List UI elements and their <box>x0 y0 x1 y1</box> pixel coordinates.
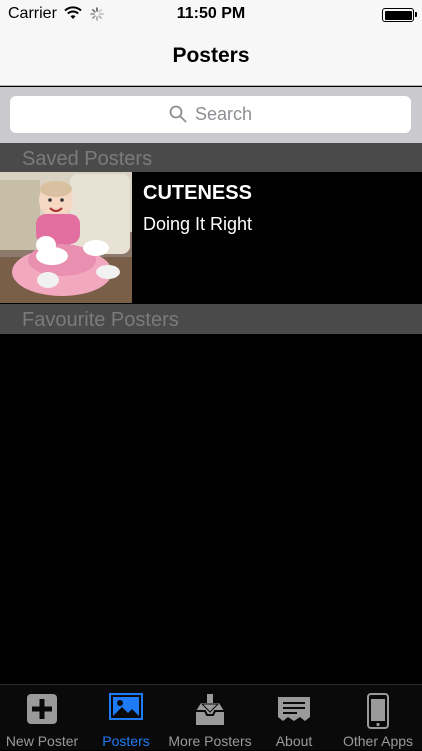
status-bar: Carrier 11:50 PM <box>0 0 422 30</box>
tab-more-posters[interactable]: More Posters <box>168 685 252 751</box>
tab-new-poster[interactable]: New Poster <box>0 685 84 751</box>
search-icon <box>169 105 187 123</box>
image-icon <box>109 693 143 720</box>
plus-square-icon <box>27 694 57 724</box>
poster-title: CUTENESS <box>143 182 252 204</box>
tab-other-apps[interactable]: Other Apps <box>336 685 420 751</box>
download-tray-icon <box>196 694 224 725</box>
phone-icon <box>367 693 389 729</box>
search-placeholder: Search <box>194 104 253 124</box>
section-header-saved: Saved Posters <box>0 143 422 173</box>
poster-subtitle: Doing It Right <box>143 214 253 234</box>
search-bar: Search <box>0 87 422 143</box>
navigation-bar: Posters <box>0 30 422 86</box>
battery-icon <box>382 8 417 22</box>
tab-bar: New Poster Posters More Posters About Ot… <box>0 684 422 750</box>
poster-thumbnail <box>0 172 132 303</box>
tab-posters[interactable]: Posters <box>84 685 168 751</box>
list-item[interactable]: CUTENESS Doing It Right <box>0 172 422 303</box>
receipt-icon <box>278 697 310 721</box>
search-input[interactable]: Search <box>10 96 411 133</box>
page-title: Posters <box>172 44 250 67</box>
tab-about[interactable]: About <box>252 685 336 751</box>
tab-label-other-apps: Other Apps <box>342 733 414 749</box>
status-time: 11:50 PM <box>176 5 246 22</box>
section-header-favourite: Favourite Posters <box>0 304 422 334</box>
